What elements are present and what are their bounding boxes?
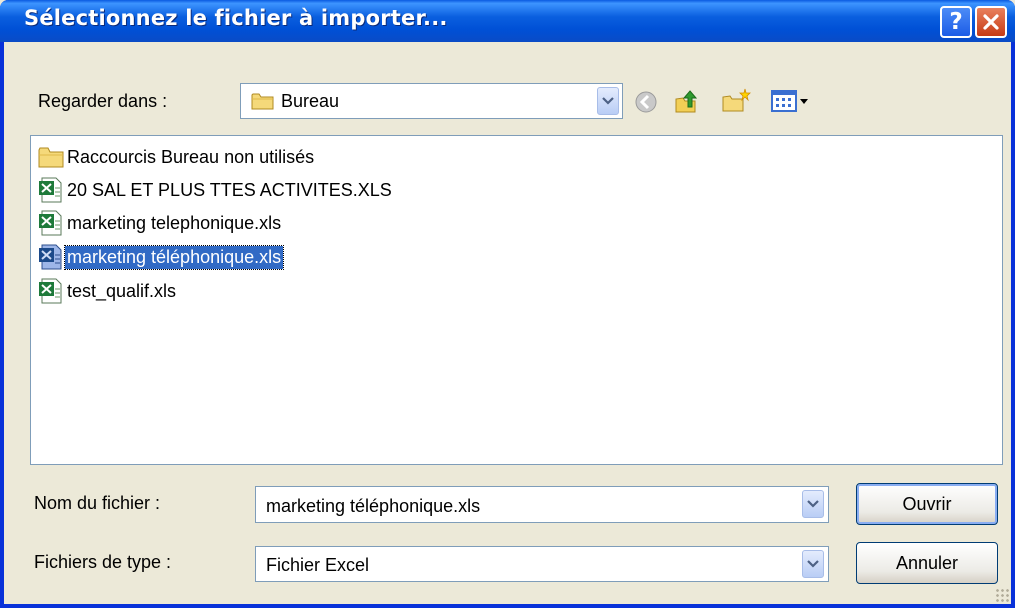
- filetype-dropdown[interactable]: Fichier Excel: [255, 546, 829, 582]
- title-bar[interactable]: Sélectionnez le fichier à importer... ?: [0, 0, 1015, 42]
- filename-value: marketing téléphonique.xls: [266, 496, 481, 516]
- look-in-dropdown[interactable]: Bureau: [240, 83, 623, 119]
- excel-file-icon: [39, 210, 62, 236]
- list-item-selected[interactable]: marketing téléphonique.xls: [37, 242, 285, 272]
- back-button[interactable]: [632, 88, 660, 116]
- chevron-down-icon: [807, 560, 819, 568]
- chevron-down-icon: [602, 97, 614, 105]
- up-folder-button[interactable]: [672, 86, 702, 116]
- list-item[interactable]: Raccourcis Bureau non utilisés: [37, 142, 316, 172]
- open-button[interactable]: Ouvrir: [856, 483, 998, 525]
- resize-grip[interactable]: [995, 588, 1009, 602]
- look-in-dropdown-button[interactable]: [597, 87, 619, 115]
- folder-icon: [251, 93, 274, 110]
- cancel-button[interactable]: Annuler: [856, 542, 998, 584]
- excel-file-icon: [39, 278, 62, 304]
- list-item[interactable]: 20 SAL ET PLUS TTES ACTIVITES.XLS: [37, 175, 394, 205]
- filename-dropdown-button[interactable]: [802, 490, 824, 518]
- view-menu-button[interactable]: [768, 86, 820, 116]
- filename-input[interactable]: marketing téléphonique.xls: [255, 486, 829, 523]
- filetype-dropdown-button[interactable]: [802, 550, 824, 578]
- list-item[interactable]: test_qualif.xls: [37, 276, 178, 306]
- window-title: Sélectionnez le fichier à importer...: [24, 6, 448, 30]
- folder-icon: [38, 147, 64, 168]
- excel-file-icon: [39, 244, 62, 270]
- list-item[interactable]: marketing telephonique.xls: [37, 208, 283, 238]
- up-folder-icon: [675, 90, 698, 113]
- filetype-value: Fichier Excel: [266, 555, 370, 575]
- filename-label: Nom du fichier :: [34, 493, 161, 513]
- filetype-label: Fichiers de type :: [34, 552, 172, 572]
- new-folder-icon: [722, 88, 751, 112]
- chevron-down-icon: [807, 500, 819, 508]
- file-list[interactable]: Raccourcis Bureau non utilisés 20 SAL ET…: [30, 135, 1003, 465]
- help-button[interactable]: ?: [940, 6, 972, 38]
- look-in-label: Regarder dans :: [38, 91, 168, 111]
- look-in-value: Bureau: [281, 91, 340, 111]
- view-menu-icon: [771, 90, 808, 112]
- new-folder-button[interactable]: [720, 86, 752, 116]
- close-icon: [983, 14, 999, 30]
- back-icon: [635, 91, 657, 113]
- close-button[interactable]: [975, 6, 1007, 38]
- excel-file-icon: [39, 177, 62, 203]
